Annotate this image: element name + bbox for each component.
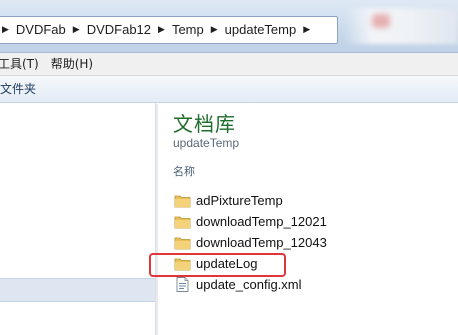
folder-icon	[174, 216, 191, 229]
breadcrumb-item-dvdfab[interactable]: DVDFab	[16, 22, 66, 37]
breadcrumb: ▶ DVDFab ▶ DVDFab12 ▶ Temp ▶ updateTemp …	[0, 20, 317, 38]
list-item[interactable]: downloadTemp_12043	[173, 232, 433, 253]
file-name: downloadTemp_12021	[196, 214, 327, 229]
breadcrumb-item-updatetemp[interactable]: updateTemp	[225, 22, 297, 37]
blurred-icon	[372, 14, 390, 28]
list-item[interactable]: adPixtureTemp	[173, 190, 433, 211]
command-toolbar: 文件夹	[0, 76, 458, 103]
breadcrumb-separator-icon[interactable]: ▶	[211, 24, 218, 35]
file-name: downloadTemp_12043	[196, 235, 327, 250]
pane-divider[interactable]	[156, 104, 158, 335]
file-name: update_config.xml	[196, 277, 302, 292]
menu-bar: 工具(T) 帮助(H)	[0, 53, 458, 76]
column-header-name[interactable]: 名称	[173, 163, 195, 179]
search-box-blurred[interactable]	[344, 8, 458, 44]
nav-selected-item[interactable]	[0, 278, 155, 302]
navigation-pane[interactable]	[0, 103, 156, 335]
file-list: adPixtureTemp downloadTemp_12021 downloa…	[173, 190, 433, 295]
xml-file-icon	[176, 277, 189, 292]
folder-icon	[174, 237, 191, 250]
breadcrumb-item-temp[interactable]: Temp	[172, 22, 204, 37]
breadcrumb-separator-icon[interactable]: ▶	[303, 24, 310, 35]
library-title: 文档库	[173, 112, 236, 136]
list-item[interactable]: downloadTemp_12021	[173, 211, 433, 232]
folder-icon	[174, 195, 191, 208]
breadcrumb-item-dvdfab12[interactable]: DVDFab12	[87, 22, 151, 37]
menu-item-tools[interactable]: 工具(T)	[0, 53, 45, 75]
menu-item-help[interactable]: 帮助(H)	[45, 53, 99, 75]
highlight-box	[149, 253, 286, 277]
breadcrumb-separator-icon[interactable]: ▶	[73, 24, 80, 35]
breadcrumb-separator-icon[interactable]: ▶	[158, 24, 165, 35]
library-subtitle: updateTemp	[173, 136, 240, 150]
file-name: adPixtureTemp	[196, 193, 283, 208]
breadcrumb-separator-icon[interactable]: ▶	[2, 24, 9, 35]
list-item[interactable]: update_config.xml	[173, 274, 433, 295]
new-folder-button[interactable]: 文件夹	[0, 76, 36, 102]
address-bar: ▶ DVDFab ▶ DVDFab12 ▶ Temp ▶ updateTemp …	[0, 0, 458, 53]
